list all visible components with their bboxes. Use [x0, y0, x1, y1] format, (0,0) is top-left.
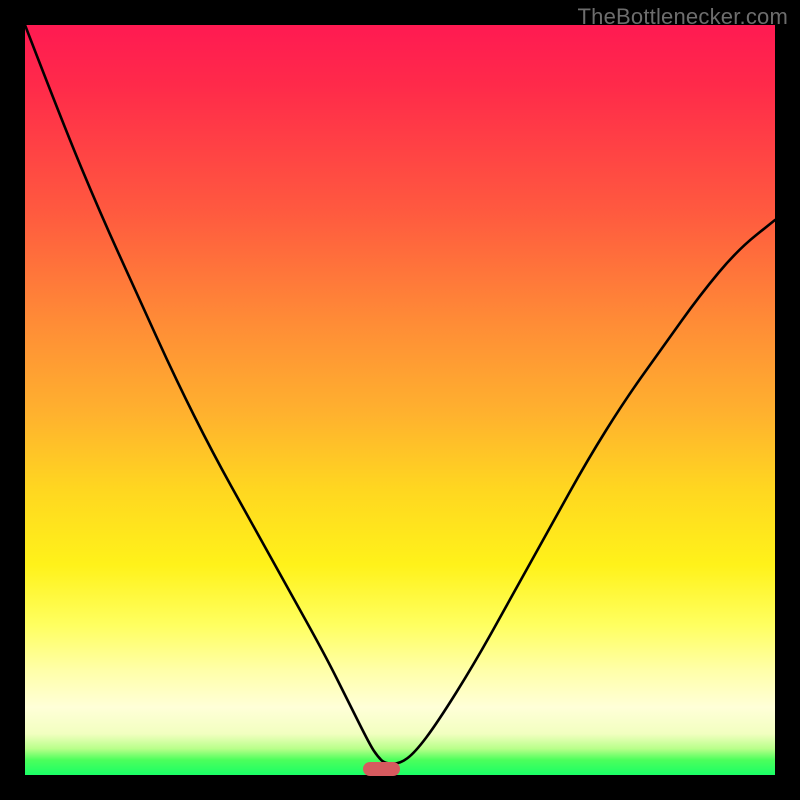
- optimal-marker: [363, 762, 401, 776]
- chart-frame: TheBottlenecker.com: [0, 0, 800, 800]
- curve-path: [25, 25, 775, 764]
- watermark-text: TheBottlenecker.com: [578, 4, 788, 30]
- bottleneck-curve: [25, 25, 775, 775]
- plot-area: [25, 25, 775, 775]
